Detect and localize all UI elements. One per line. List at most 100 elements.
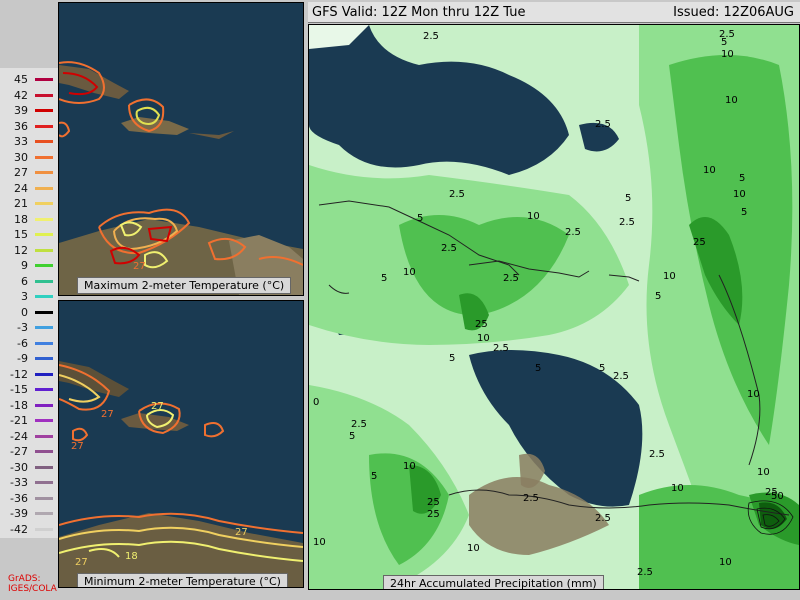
precip-label: 5 bbox=[381, 273, 387, 284]
precip-label: 2.5 bbox=[595, 513, 611, 524]
legend-value: 36 bbox=[14, 119, 28, 133]
precip-label: 10 bbox=[733, 189, 746, 200]
legend-color-swatch bbox=[35, 171, 53, 174]
legend-value: 42 bbox=[14, 88, 28, 102]
legend-color-swatch bbox=[35, 481, 53, 484]
precipitation-map-graphic: 2.5 2.5 5 10 10 2.5 10 5 10 2.5 5 10 5 5… bbox=[309, 25, 799, 589]
grads-label: GrADS: bbox=[8, 574, 41, 584]
min-temperature-map: 27 27 27 18 27 27 Minimum 2-meter Temper… bbox=[58, 300, 304, 588]
precip-label: 10 bbox=[719, 557, 732, 568]
legend-value: 27 bbox=[14, 166, 28, 179]
legend-value: 0 bbox=[21, 305, 28, 319]
precip-label: 25 bbox=[693, 237, 706, 248]
legend-color-swatch bbox=[35, 310, 53, 314]
precip-label: 10 bbox=[313, 537, 326, 548]
precip-label: 10 bbox=[671, 483, 684, 494]
forecast-header: GFS Valid: 12Z Mon thru 12Z Tue Issued: … bbox=[308, 2, 800, 23]
legend-color-swatch bbox=[35, 217, 53, 221]
precip-label: 5 bbox=[655, 291, 661, 302]
legend-color-swatch bbox=[35, 140, 53, 143]
max-temperature-map: 27 Maximum 2-meter Temperature (°C) bbox=[58, 2, 304, 296]
legend-color-swatch bbox=[35, 202, 53, 205]
precip-label: 2.5 bbox=[493, 343, 509, 354]
precip-label: 10 bbox=[467, 543, 480, 554]
precip-label: 10 bbox=[721, 49, 734, 60]
min-temp-label-4: 18 bbox=[125, 551, 138, 562]
legend-value: 39 bbox=[14, 104, 28, 117]
precip-label: 2.5 bbox=[423, 31, 439, 42]
issued-time-text: Issued: 12Z06AUG bbox=[673, 5, 794, 20]
precip-label: 2.5 bbox=[441, 243, 457, 254]
legend-color-swatch bbox=[35, 388, 53, 391]
legend-color-swatch bbox=[35, 372, 53, 376]
min-temp-label-2: 27 bbox=[151, 401, 164, 412]
valid-time-text: GFS Valid: 12Z Mon thru 12Z Tue bbox=[312, 5, 526, 20]
legend-color-swatch bbox=[35, 124, 53, 128]
precip-label: 50 bbox=[771, 491, 784, 502]
legend-value: 24 bbox=[14, 181, 28, 195]
precip-label: 5 bbox=[417, 213, 423, 224]
legend-color-swatch bbox=[35, 295, 53, 298]
legend-value: 21 bbox=[14, 197, 28, 210]
min-temp-label-3: 27 bbox=[71, 441, 84, 452]
precip-label: 10 bbox=[757, 467, 770, 478]
legend-color-swatch bbox=[35, 233, 53, 236]
precip-label: 5 bbox=[599, 363, 605, 374]
legend-value: -9 bbox=[17, 352, 28, 365]
legend-color-swatch bbox=[35, 465, 53, 469]
iges-cola-label: IGES/COLA bbox=[8, 584, 57, 594]
legend-color-swatch bbox=[35, 186, 53, 190]
legend-color-swatch bbox=[35, 78, 53, 81]
precip-label: 25 bbox=[475, 319, 488, 330]
legend-value: -42 bbox=[10, 522, 28, 536]
precip-label: 10 bbox=[725, 95, 738, 106]
precip-label: 5 bbox=[741, 207, 747, 218]
min-temperature-title: Minimum 2-meter Temperature (°C) bbox=[77, 573, 288, 587]
legend-value: -6 bbox=[17, 336, 28, 350]
legend-color-swatch bbox=[35, 248, 53, 252]
precip-label: 2.5 bbox=[449, 189, 465, 200]
legend-color-swatch bbox=[35, 434, 53, 438]
precip-label: 2.5 bbox=[637, 567, 653, 578]
precip-label: 0 bbox=[313, 397, 319, 408]
precip-label: 2.5 bbox=[595, 119, 611, 130]
legend-color-swatch bbox=[35, 450, 53, 453]
legend-color-swatch bbox=[35, 155, 53, 159]
min-temp-label-1: 27 bbox=[101, 409, 114, 420]
temperature-color-legend: 45 42 39 36 33 30 27 24 21 18 15 12 9 6 3 0 -3 -6 -9 -12 -15… bbox=[0, 68, 58, 538]
legend-value: -30 bbox=[10, 460, 28, 474]
legend-color-swatch bbox=[35, 357, 53, 360]
precip-label: 5 bbox=[625, 193, 631, 204]
min-temp-label-5: 27 bbox=[235, 527, 248, 538]
precip-label: 5 bbox=[739, 173, 745, 184]
legend-color-swatch bbox=[35, 419, 53, 422]
legend-row: -42 bbox=[2, 520, 58, 540]
legend-color-swatch bbox=[35, 326, 53, 329]
precip-label: 5 bbox=[721, 37, 727, 48]
legend-value: -27 bbox=[10, 445, 28, 458]
legend-color-swatch bbox=[35, 403, 53, 407]
legend-value: 3 bbox=[21, 290, 28, 303]
precip-label: 5 bbox=[371, 471, 377, 482]
min-temperature-map-graphic: 27 27 27 18 27 27 bbox=[59, 301, 303, 587]
precip-label: 5 bbox=[449, 353, 455, 364]
precip-label: 2.5 bbox=[649, 449, 665, 460]
precip-label: 5 bbox=[535, 363, 541, 374]
precip-label: 10 bbox=[663, 271, 676, 282]
legend-value: 30 bbox=[14, 150, 28, 164]
legend-value: -33 bbox=[10, 476, 28, 489]
precip-label: 25 bbox=[427, 497, 440, 508]
legend-value: -36 bbox=[10, 491, 28, 505]
legend-value: -39 bbox=[10, 507, 28, 520]
precipitation-title: 24hr Accumulated Precipitation (mm) bbox=[383, 575, 604, 589]
precip-label: 5 bbox=[349, 431, 355, 442]
precip-label: 25 bbox=[427, 509, 440, 520]
legend-value: 33 bbox=[14, 135, 28, 148]
legend-value: 6 bbox=[21, 274, 28, 288]
grads-credit: GrADS: IGES/COLA bbox=[8, 574, 57, 594]
legend-color-swatch bbox=[35, 512, 53, 515]
legend-value: -24 bbox=[10, 429, 28, 443]
precip-label: 2.5 bbox=[351, 419, 367, 430]
legend-color-swatch bbox=[35, 341, 53, 345]
legend-value: -12 bbox=[10, 367, 28, 381]
